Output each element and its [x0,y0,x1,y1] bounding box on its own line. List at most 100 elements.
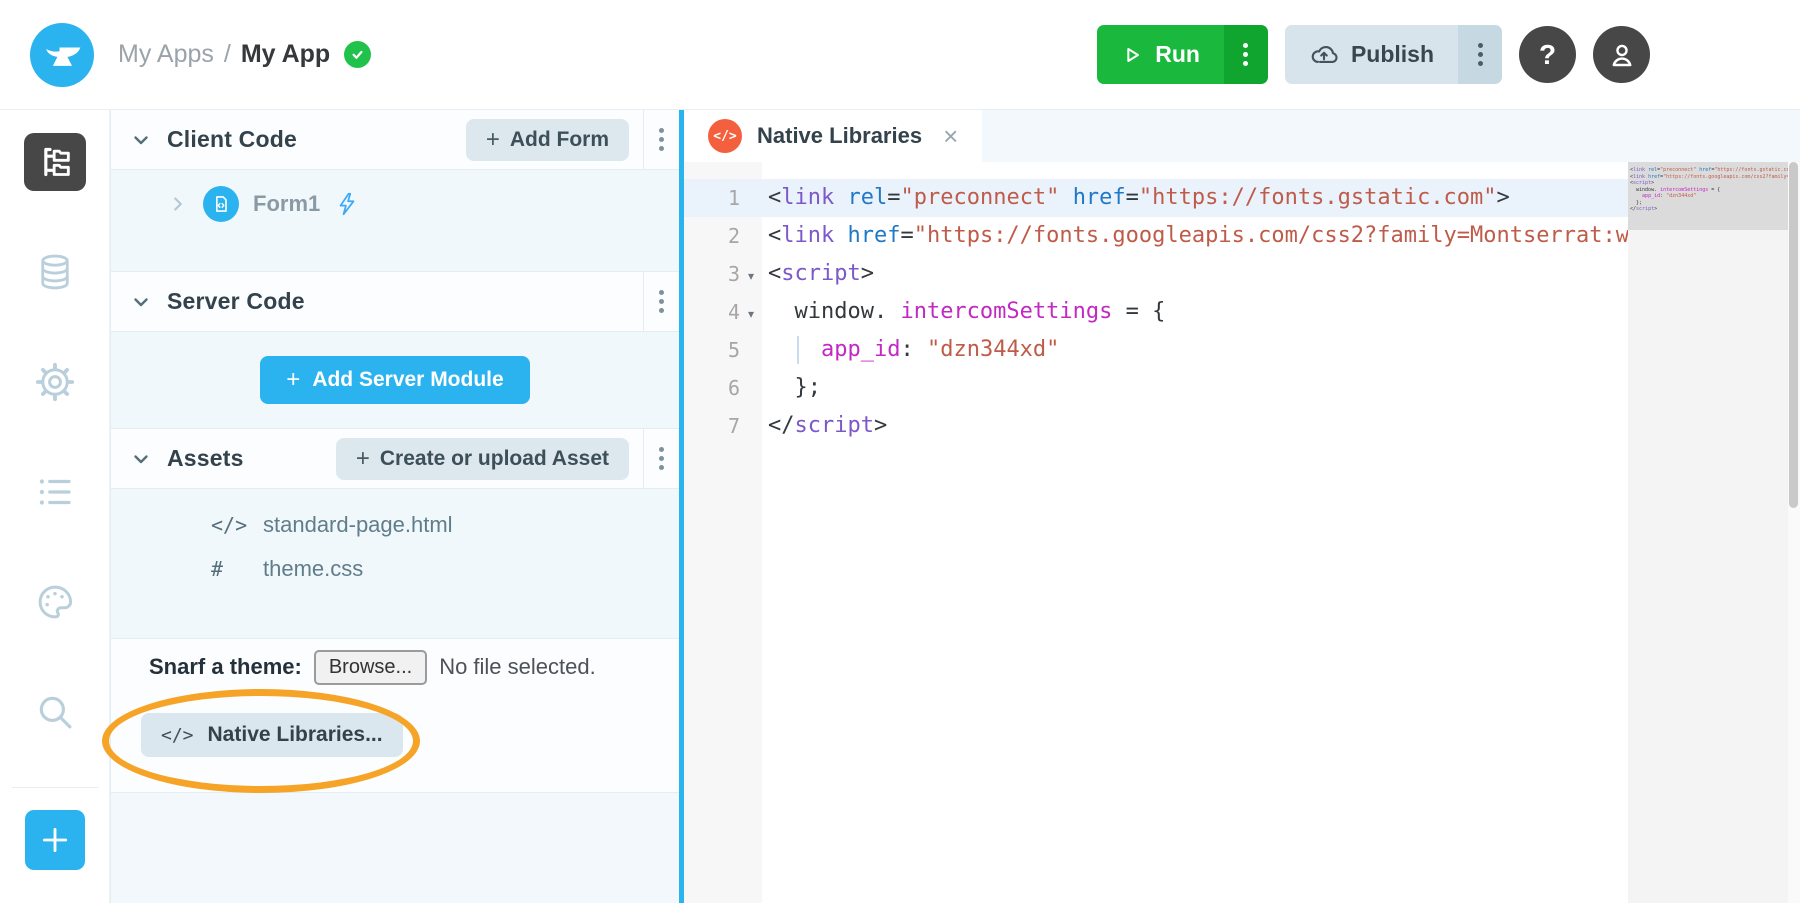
kebab-icon [659,137,664,142]
code-tag-icon: </> [161,725,194,746]
code-file-icon: </> [211,513,245,537]
fold-spacer [740,235,762,238]
snarf-theme-row: Snarf a theme: Browse... No file selecte… [111,639,679,695]
plus-icon: + [286,366,300,394]
account-button[interactable] [1593,26,1650,83]
panel-empty-space [111,793,679,903]
code-line[interactable]: 1<link rel="preconnect" href="https://fo… [684,179,1628,217]
fold-icon[interactable]: ▾ [740,304,762,321]
settings-tab[interactable] [24,353,86,411]
client-code-menu-button[interactable] [643,110,679,169]
client-code-body: Form1 [111,170,679,272]
fold-spacer [740,425,762,428]
anvil-logo-icon[interactable] [30,23,94,87]
anvil-ide: My Apps / My App Run [0,0,1800,903]
chevron-right-icon[interactable] [167,193,189,215]
chevron-down-icon[interactable] [129,290,153,314]
create-or-upload-asset-button[interactable]: + Create or upload Asset [336,438,629,480]
fold-spacer [740,197,762,200]
question-icon: ? [1539,39,1556,71]
code-area[interactable]: 1<link rel="preconnect" href="https://fo… [684,162,1628,903]
native-libraries-tab-icon: </> [708,119,742,153]
snarf-theme-label: Snarf a theme: [149,654,302,680]
fold-spacer [740,387,762,390]
code-line[interactable]: 6 }; [684,369,1628,407]
add-panel-button[interactable] [25,810,85,870]
theme-tab[interactable] [24,573,86,631]
chevron-down-icon[interactable] [129,447,153,471]
client-code-title: Client Code [167,126,297,153]
add-form-button[interactable]: + Add Form [466,119,629,161]
assets-header: Assets + Create or upload Asset [111,429,679,489]
publish-menu-button[interactable] [1458,25,1502,84]
list-icon [34,471,76,513]
editor-scrollbar[interactable] [1788,162,1800,903]
asset-item-standard-page[interactable]: </> standard-page.html [111,503,679,547]
app-browser-panel: Client Code + Add Form [110,110,679,903]
run-button-label: Run [1155,41,1200,68]
publish-split-button: Publish [1285,25,1502,84]
editor-tab-bar: </> Native Libraries × [684,110,1800,162]
startup-lightning-icon [334,191,360,217]
app-browser-icon [35,142,75,182]
code-editor: </> Native Libraries × 1<link rel="preco… [684,110,1800,903]
server-code-menu-button[interactable] [643,272,679,331]
code-line[interactable]: 5 app_id: "dzn344xd" [684,331,1628,369]
app-logs-tab[interactable] [24,463,86,521]
plus-icon: + [356,445,370,473]
assets-title: Assets [167,445,244,472]
native-libraries-button[interactable]: </> Native Libraries... [141,713,403,757]
kebab-icon [1243,52,1248,57]
tool-rail [0,110,110,903]
server-code-header: Server Code [111,272,679,332]
server-code-body: + Add Server Module [111,332,679,429]
assets-menu-button[interactable] [643,429,679,488]
client-code-header: Client Code + Add Form [111,110,679,170]
kebab-icon [1478,52,1483,57]
cloud-upload-icon [1309,40,1339,70]
gear-icon [34,361,76,403]
saved-check-icon [344,41,371,68]
breadcrumb-separator: / [224,40,231,69]
add-server-module-button[interactable]: + Add Server Module [260,356,529,404]
run-menu-button[interactable] [1224,25,1268,84]
kebab-icon [659,299,664,304]
kebab-icon [659,456,664,461]
code-line[interactable]: 2<link href="https://fonts.googleapis.co… [684,217,1628,255]
fold-icon[interactable]: ▾ [740,266,762,283]
form1-item[interactable]: Form1 [111,182,679,226]
app-browser-tab[interactable] [24,133,86,191]
fold-spacer [740,349,762,352]
rail-divider [12,787,98,788]
form1-label: Form1 [253,191,320,217]
publish-button-label: Publish [1351,41,1434,68]
run-button[interactable]: Run [1097,25,1224,84]
code-line[interactable]: 4▾ window. intercomSettings = { [684,293,1628,331]
data-tables-tab[interactable] [24,243,86,301]
breadcrumb-my-apps[interactable]: My Apps [118,40,214,69]
help-button[interactable]: ? [1519,26,1576,83]
person-icon [1606,39,1638,71]
code-line[interactable]: 7</script> [684,407,1628,445]
assets-body: </> standard-page.html # theme.css [111,489,679,639]
scrollbar-thumb[interactable] [1789,162,1798,508]
breadcrumb: My Apps / My App [118,40,371,69]
breadcrumb-app-name: My App [241,40,330,69]
form-icon [203,186,239,222]
asset-item-theme-css[interactable]: # theme.css [111,547,679,591]
tab-native-libraries[interactable]: </> Native Libraries × [684,110,982,162]
minimap-viewport[interactable]: <link rel="preconnect" href="https://fon… [1628,162,1788,230]
database-icon [34,251,76,293]
browse-button[interactable]: Browse... [314,650,427,685]
topbar-actions: Run Publish ? [1097,25,1650,84]
plus-icon [38,823,72,857]
publish-button[interactable]: Publish [1285,25,1458,84]
top-bar: My Apps / My App Run [0,0,1800,110]
search-tab[interactable] [24,683,86,741]
minimap[interactable]: <link rel="preconnect" href="https://fon… [1628,162,1788,903]
server-code-title: Server Code [167,288,305,315]
close-icon[interactable]: × [943,123,958,149]
file-status-text: No file selected. [439,654,596,680]
chevron-down-icon[interactable] [129,128,153,152]
code-line[interactable]: 3▾<script> [684,255,1628,293]
